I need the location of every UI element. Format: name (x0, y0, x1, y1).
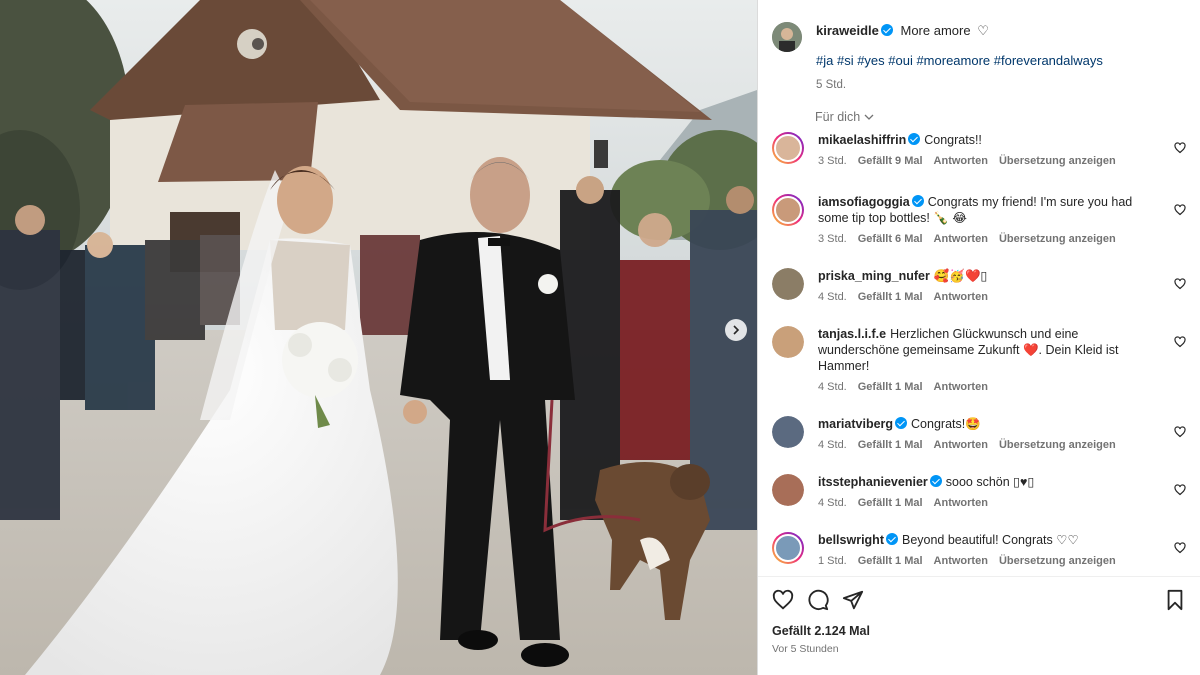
comment-filter-dropdown[interactable]: Für dich (815, 110, 874, 124)
commenter-username[interactable]: itsstephanievenier (818, 475, 928, 489)
heart-outline-icon (1174, 204, 1186, 216)
heart-outline-icon (1174, 142, 1186, 154)
like-count[interactable]: Gefällt 2.124 Mal (772, 624, 870, 638)
speech-bubble-icon (808, 589, 829, 611)
share-button[interactable] (842, 589, 864, 611)
chevron-down-icon (864, 114, 874, 120)
comment-text: 🥰🥳❤️▯ (933, 269, 988, 283)
chevron-right-icon (733, 325, 740, 335)
caption-hashtags[interactable]: #ja #si #yes #oui #moreamore #foreverand… (816, 52, 1103, 70)
heart-outline-icon (1174, 336, 1186, 348)
comment-like-button[interactable] (1174, 541, 1186, 554)
verified-badge-icon (929, 475, 942, 487)
comment-text: Congrats!🤩 (911, 417, 981, 431)
reply-button[interactable]: Antworten (934, 437, 988, 453)
post-photo (0, 0, 757, 675)
comment-like-button[interactable] (1174, 141, 1186, 154)
save-button[interactable] (1164, 589, 1186, 611)
commenter-avatar[interactable] (772, 132, 804, 164)
post-actions-bar (772, 589, 1186, 611)
heart-outline-icon: ♡ (977, 23, 989, 38)
commenter-username[interactable]: mikaelashiffrin (818, 133, 906, 147)
comment-item: mariatviberg Congrats!🤩 4 Std. Gefällt 1 Ma… (772, 416, 1186, 453)
comment-time: 4 Std. (818, 291, 847, 303)
heart-outline-icon (772, 589, 794, 610)
comment-text: Congrats!! (924, 133, 982, 147)
comment-time: 4 Std. (818, 381, 847, 393)
author-avatar[interactable] (772, 22, 802, 52)
paper-plane-icon (842, 590, 864, 610)
comment-like-button[interactable] (1174, 425, 1186, 438)
like-button[interactable] (772, 589, 794, 611)
comment-button[interactable] (807, 589, 829, 611)
comment-list[interactable]: mikaelashiffrin Congrats!! 3 Std. Gefällt 9… (758, 132, 1200, 572)
commenter-avatar[interactable] (772, 474, 804, 506)
comment-time: 3 Std. (818, 155, 847, 167)
heart-outline-icon (1174, 484, 1186, 496)
heart-outline-icon (1174, 542, 1186, 554)
post-caption: kiraweidle More amore ♡ #ja #si #yes #ou… (772, 22, 1186, 94)
translate-button[interactable]: Übersetzung anzeigen (999, 437, 1116, 453)
caption-text: More amore (900, 23, 971, 38)
commenter-username[interactable]: bellswright (818, 533, 884, 547)
commenter-username[interactable]: priska_ming_nufer (818, 269, 930, 283)
commenter-avatar[interactable] (772, 326, 804, 358)
reply-button[interactable]: Antworten (934, 231, 988, 247)
post-side-panel: kiraweidle More amore ♡ #ja #si #yes #ou… (758, 0, 1200, 675)
comment-time: 3 Std. (818, 233, 847, 245)
translate-button[interactable]: Übersetzung anzeigen (999, 553, 1116, 569)
comment-time: 4 Std. (818, 497, 847, 509)
reply-button[interactable]: Antworten (934, 553, 988, 569)
verified-badge-icon (911, 195, 924, 207)
comment-item: bellswright Beyond beautiful! Congrats ♡♡… (772, 532, 1186, 569)
comment-like-count[interactable]: Gefällt 1 Mal (858, 495, 923, 511)
reply-button[interactable]: Antworten (934, 289, 988, 305)
comment-like-button[interactable] (1174, 203, 1186, 216)
comment-time: 4 Std. (818, 439, 847, 451)
comment-filter-label: Für dich (815, 110, 861, 124)
commenter-username[interactable]: tanjas.l.i.f.e (818, 327, 886, 341)
wedding-photo-image (0, 0, 757, 675)
post-timestamp: Vor 5 Stunden (772, 643, 839, 655)
comment-like-count[interactable]: Gefällt 1 Mal (858, 289, 923, 305)
comment-like-count[interactable]: Gefällt 1 Mal (858, 437, 923, 453)
author-username[interactable]: kiraweidle (816, 23, 879, 38)
comment-like-count[interactable]: Gefällt 1 Mal (858, 379, 923, 395)
comment-like-button[interactable] (1174, 483, 1186, 496)
commenter-avatar[interactable] (772, 416, 804, 448)
commenter-username[interactable]: mariatviberg (818, 417, 893, 431)
comment-item: itsstephanievenier sooo schön ▯♥▯ 4 Std. Ge… (772, 474, 1186, 511)
comment-item: mikaelashiffrin Congrats!! 3 Std. Gefällt 9… (772, 132, 1186, 169)
commenter-avatar[interactable] (772, 268, 804, 300)
next-image-button[interactable] (725, 319, 747, 341)
comment-like-button[interactable] (1174, 277, 1186, 290)
reply-button[interactable]: Antworten (934, 495, 988, 511)
actions-divider (758, 576, 1200, 577)
translate-button[interactable]: Übersetzung anzeigen (999, 153, 1116, 169)
translate-button[interactable]: Übersetzung anzeigen (999, 231, 1116, 247)
caption-time: 5 Std. (816, 79, 847, 91)
comment-like-count[interactable]: Gefällt 9 Mal (858, 153, 923, 169)
comment-like-count[interactable]: Gefällt 6 Mal (858, 231, 923, 247)
reply-button[interactable]: Antworten (934, 153, 988, 169)
verified-badge-icon (885, 533, 898, 545)
commenter-username[interactable]: iamsofiagoggia (818, 195, 910, 209)
comment-item: iamsofiagoggia Congrats my friend! I'm su… (772, 194, 1186, 247)
verified-badge-icon (908, 133, 921, 145)
comment-item: tanjas.l.i.f.e Herzlichen Glückwunsch und… (772, 326, 1186, 395)
comment-like-count[interactable]: Gefällt 1 Mal (858, 553, 923, 569)
comment-like-button[interactable] (1174, 335, 1186, 348)
heart-outline-icon (1174, 278, 1186, 290)
verified-badge-icon (895, 417, 908, 429)
bookmark-icon (1167, 589, 1183, 611)
comment-time: 1 Std. (818, 555, 847, 567)
heart-outline-icon (1174, 426, 1186, 438)
comment-text: sooo schön ▯♥▯ (945, 475, 1035, 489)
comment-item: priska_ming_nufer 🥰🥳❤️▯ 4 Std. Gefällt 1 Ma… (772, 268, 1186, 305)
verified-badge-icon (880, 24, 893, 36)
commenter-avatar[interactable] (772, 532, 804, 564)
comment-text: Beyond beautiful! Congrats ♡♡ (901, 533, 1079, 547)
commenter-avatar[interactable] (772, 194, 804, 226)
reply-button[interactable]: Antworten (934, 379, 988, 395)
